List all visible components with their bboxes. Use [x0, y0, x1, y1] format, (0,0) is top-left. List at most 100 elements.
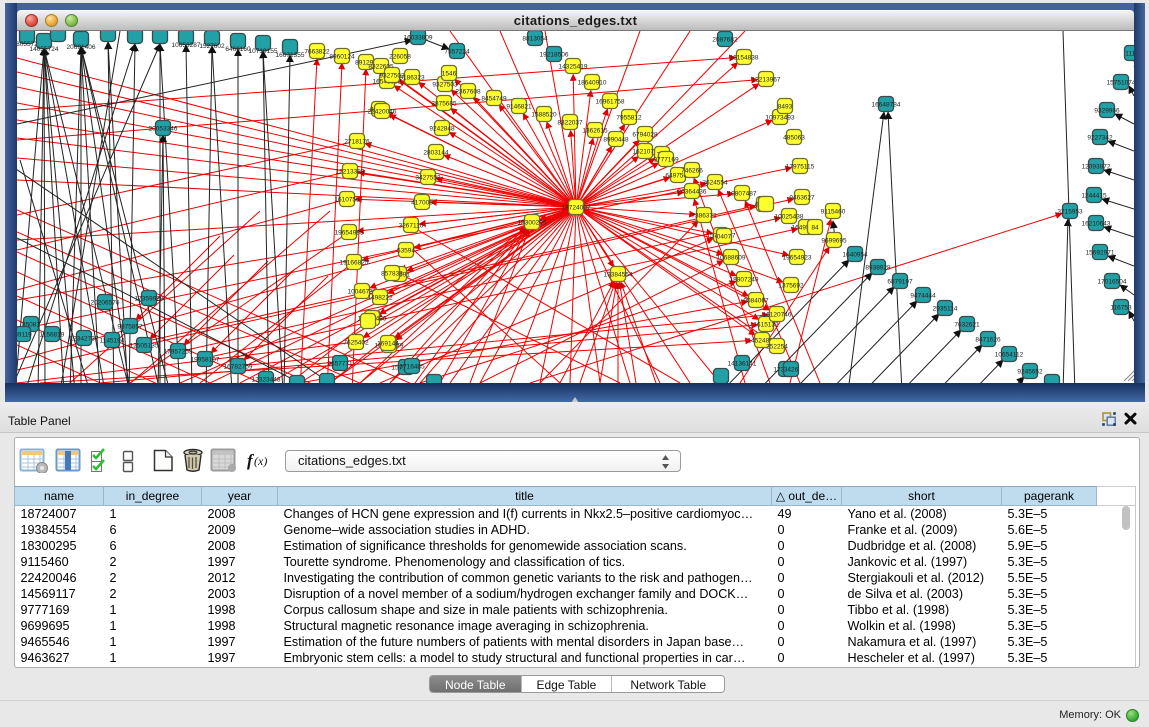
svg-text:10025438: 10025438 — [775, 214, 804, 221]
svg-text:2087682: 2087682 — [712, 37, 738, 44]
svg-text:17016504: 17016504 — [1098, 279, 1127, 286]
svg-text:18807249: 18807249 — [730, 277, 759, 284]
svg-text:7557224: 7557224 — [444, 49, 470, 56]
svg-text:6466160: 6466160 — [225, 46, 251, 53]
svg-text:10973493: 10973493 — [766, 115, 795, 122]
svg-text:3215953: 3215953 — [1057, 209, 1083, 216]
svg-text:16671355: 16671355 — [276, 52, 305, 59]
svg-text:84: 84 — [811, 225, 819, 232]
svg-text:0407: 0407 — [717, 234, 732, 241]
svg-text:16120746: 16120746 — [763, 312, 792, 319]
svg-text:252254: 252254 — [766, 344, 788, 351]
svg-text:9975857: 9975857 — [117, 324, 143, 331]
svg-text:485063: 485063 — [783, 135, 805, 142]
svg-text:1588520: 1588520 — [531, 112, 557, 119]
svg-text:9245652: 9245652 — [1017, 369, 1043, 376]
svg-text:9115460: 9115460 — [821, 209, 846, 216]
svg-text:9242848: 9242848 — [429, 126, 455, 133]
svg-text:16782759: 16782759 — [224, 364, 253, 371]
svg-text:3716485: 3716485 — [399, 364, 425, 371]
svg-text:8493: 8493 — [778, 104, 793, 111]
svg-text:10719155: 10719155 — [249, 48, 278, 55]
svg-text:2718176: 2718176 — [344, 139, 370, 146]
svg-text:9227342: 9227342 — [1087, 135, 1113, 142]
svg-text:12342737: 12342737 — [70, 336, 99, 343]
svg-text:17359928: 17359928 — [135, 296, 164, 303]
svg-text:14055724: 14055724 — [30, 46, 59, 53]
svg-text:19654923: 19654923 — [783, 255, 812, 262]
svg-text:12213383: 12213383 — [336, 169, 365, 176]
svg-text:7632621: 7632621 — [954, 322, 980, 329]
svg-text:1640954: 1640954 — [842, 252, 868, 259]
svg-text:1546: 1546 — [442, 71, 457, 78]
svg-text:18724007: 18724007 — [562, 205, 591, 212]
svg-text:2367608: 2367608 — [455, 89, 481, 96]
svg-text:3427552: 3427552 — [415, 175, 441, 182]
svg-text:22420046: 22420046 — [368, 109, 397, 116]
svg-text:16154838: 16154838 — [730, 55, 759, 62]
svg-text:6879197: 6879197 — [887, 279, 913, 286]
svg-text:20691406: 20691406 — [67, 44, 96, 51]
svg-text:18640910: 18640910 — [578, 80, 607, 87]
svg-text:1610755: 1610755 — [334, 197, 360, 204]
svg-text:8938928: 8938928 — [865, 265, 891, 272]
svg-text:169144: 169144 — [377, 341, 399, 348]
svg-text:1244415: 1244415 — [1081, 193, 1107, 200]
svg-text:19218506: 19218506 — [540, 52, 569, 59]
svg-text:8990448: 8990448 — [603, 137, 629, 144]
svg-text:3875685: 3875685 — [431, 101, 457, 108]
svg-text:9474444: 9474444 — [910, 293, 936, 300]
svg-text:20364436: 20364436 — [678, 189, 707, 196]
svg-text:19384554: 19384554 — [604, 272, 633, 279]
svg-text:8960124: 8960124 — [329, 54, 355, 61]
svg-text:19654985: 19654985 — [335, 230, 364, 237]
svg-text:18300295: 18300295 — [518, 220, 547, 227]
svg-text:17975115: 17975115 — [786, 164, 815, 171]
svg-text:9657771: 9657771 — [327, 361, 353, 368]
svg-text:16033809: 16033809 — [404, 35, 433, 42]
svg-text:226058: 226058 — [389, 54, 411, 61]
svg-text:2803144: 2803144 — [423, 150, 449, 157]
svg-text:15692971: 15692971 — [1086, 250, 1115, 257]
svg-text:2935114: 2935114 — [933, 306, 958, 313]
svg-text:1527602: 1527602 — [199, 43, 225, 50]
svg-text:9699695: 9699695 — [821, 238, 847, 245]
svg-text:12505135: 12505135 — [130, 343, 159, 350]
svg-text:19958107: 19958107 — [191, 357, 220, 364]
svg-text:14325419: 14325419 — [559, 64, 588, 71]
svg-text:10653287: 10653287 — [172, 42, 201, 49]
svg-text:1362615: 1362615 — [582, 128, 608, 135]
svg-text:39119: 39119 — [17, 332, 32, 339]
svg-text:10654112: 10654112 — [995, 352, 1024, 359]
svg-text:1112: 1112 — [1125, 51, 1134, 58]
svg-text:417006: 417006 — [411, 200, 433, 207]
svg-text:8813054: 8813054 — [522, 36, 548, 43]
svg-text:9463627: 9463627 — [789, 195, 815, 202]
svg-text:10807487: 10807487 — [728, 191, 757, 198]
svg-text:1375692: 1375692 — [778, 283, 804, 290]
svg-text:1615132: 1615132 — [753, 322, 779, 329]
svg-text:16210643: 16210643 — [1082, 221, 1111, 228]
svg-text:12323448: 12323448 — [252, 377, 281, 384]
svg-text:1145194: 1145194 — [100, 338, 125, 345]
svg-text:7386372: 7386372 — [691, 213, 717, 220]
svg-text:7955812: 7955812 — [616, 115, 642, 122]
svg-text:14136141: 14136141 — [728, 361, 757, 368]
svg-text:12213967: 12213967 — [752, 77, 781, 84]
svg-text:10688609: 10688609 — [717, 255, 746, 262]
svg-text:8186323: 8186323 — [399, 75, 425, 82]
svg-text:6794028: 6794028 — [632, 132, 658, 139]
svg-text:8322037: 8322037 — [557, 120, 583, 127]
svg-text:9084067: 9084067 — [743, 298, 769, 305]
svg-text:7663822: 7663822 — [304, 49, 330, 56]
svg-text:17957255: 17957255 — [164, 349, 193, 356]
svg-text:1498222: 1498222 — [367, 295, 393, 302]
svg-text:53594: 53594 — [397, 248, 415, 255]
svg-text:9327503: 9327503 — [432, 82, 458, 89]
svg-text:1156819: 1156819 — [40, 332, 65, 339]
svg-text:16648784: 16648784 — [872, 102, 901, 109]
svg-text:15751074: 15751074 — [1107, 80, 1134, 87]
svg-text:3624554: 3624554 — [702, 180, 728, 187]
svg-text:116753: 116753 — [1110, 305, 1132, 312]
svg-text:8471626: 8471626 — [975, 337, 1001, 344]
